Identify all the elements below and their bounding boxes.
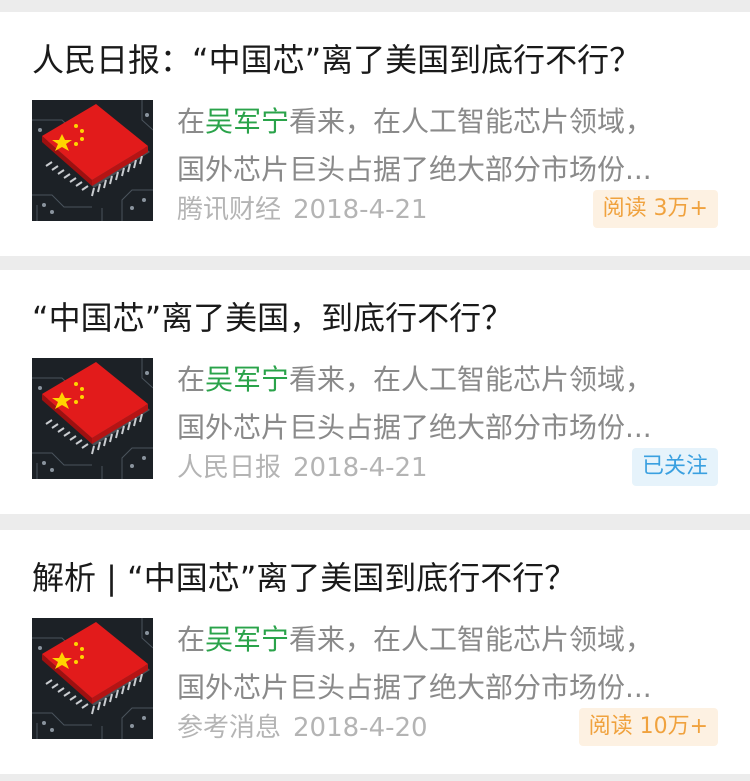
summary-line-2: 国外芯片巨头占据了绝大部分市场份... bbox=[177, 153, 652, 186]
china-flag-chip-image bbox=[32, 618, 153, 739]
article-summary: 在吴军宁看来，在人工智能芯片领域， 国外芯片巨头占据了绝大部分市场份... bbox=[177, 98, 717, 194]
article-meta: 人民日报 2018-4-21 bbox=[177, 450, 428, 486]
highlight-name[interactable]: 吴军宁 bbox=[205, 363, 289, 396]
article-card[interactable]: 解析 | “中国芯”离了美国到底行不行？ 在吴军宁看来，在人工智能芯片领域， 国… bbox=[0, 530, 750, 774]
article-meta: 腾讯财经 2018-4-21 bbox=[177, 192, 428, 228]
highlight-name[interactable]: 吴军宁 bbox=[205, 623, 289, 656]
china-flag-chip-image bbox=[32, 358, 153, 479]
summary-text: 在 bbox=[177, 363, 206, 396]
article-summary: 在吴军宁看来，在人工智能芯片领域， 国外芯片巨头占据了绝大部分市场份... bbox=[177, 356, 717, 452]
article-card[interactable]: 人民日报：“中国芯”离了美国到底行不行？ 在吴军宁看来，在人工智能芯片领域， 国… bbox=[0, 12, 750, 256]
summary-text: 在 bbox=[177, 105, 206, 138]
publish-date: 2018-4-21 bbox=[293, 453, 428, 483]
article-thumbnail[interactable] bbox=[32, 358, 153, 479]
article-card[interactable]: “中国芯”离了美国，到底行不行？ 在吴军宁看来，在人工智能芯片领域， 国外芯片巨… bbox=[0, 270, 750, 514]
source-name[interactable]: 人民日报 bbox=[177, 453, 281, 483]
followed-badge[interactable]: 已关注 bbox=[631, 448, 718, 486]
source-name[interactable]: 参考消息 bbox=[177, 713, 281, 743]
china-flag-chip-image bbox=[32, 100, 153, 221]
publish-date: 2018-4-21 bbox=[293, 195, 428, 225]
article-meta: 参考消息 2018-4-20 bbox=[177, 710, 428, 746]
article-title[interactable]: 人民日报：“中国芯”离了美国到底行不行？ bbox=[32, 38, 726, 82]
article-title[interactable]: 解析 | “中国芯”离了美国到底行不行？ bbox=[32, 556, 726, 600]
article-thumbnail[interactable] bbox=[32, 618, 153, 739]
summary-text: 在 bbox=[177, 623, 206, 656]
summary-line-2: 国外芯片巨头占据了绝大部分市场份... bbox=[177, 671, 652, 704]
article-title[interactable]: “中国芯”离了美国，到底行不行？ bbox=[32, 296, 726, 340]
read-count-badge: 阅读 3万+ bbox=[592, 190, 718, 228]
source-name[interactable]: 腾讯财经 bbox=[177, 195, 281, 225]
summary-text: 看来，在人工智能芯片领域， bbox=[289, 105, 654, 138]
highlight-name[interactable]: 吴军宁 bbox=[205, 105, 289, 138]
article-summary: 在吴军宁看来，在人工智能芯片领域， 国外芯片巨头占据了绝大部分市场份... bbox=[177, 616, 717, 712]
summary-text: 看来，在人工智能芯片领域， bbox=[289, 363, 654, 396]
article-thumbnail[interactable] bbox=[32, 100, 153, 221]
summary-text: 看来，在人工智能芯片领域， bbox=[289, 623, 654, 656]
read-count-badge: 阅读 10万+ bbox=[578, 708, 718, 746]
summary-line-2: 国外芯片巨头占据了绝大部分市场份... bbox=[177, 411, 652, 444]
article-feed: 人民日报：“中国芯”离了美国到底行不行？ 在吴军宁看来，在人工智能芯片领域， 国… bbox=[0, 0, 750, 781]
publish-date: 2018-4-20 bbox=[293, 713, 428, 743]
